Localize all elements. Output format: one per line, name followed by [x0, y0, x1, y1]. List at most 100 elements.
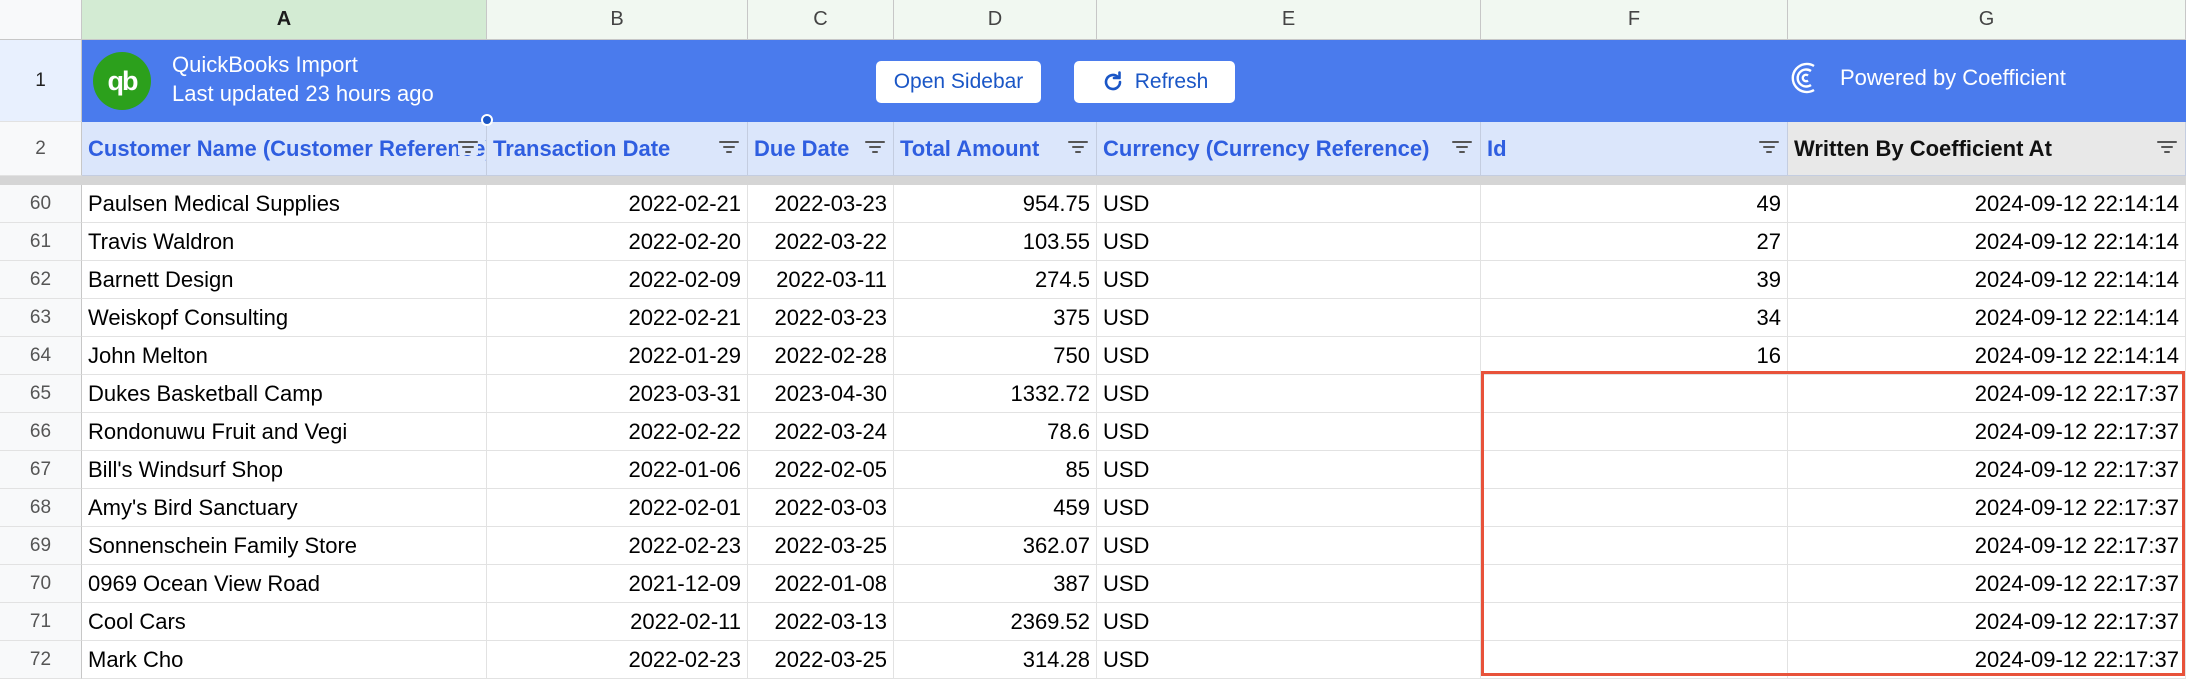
- cell-transaction-date[interactable]: 2022-01-29: [487, 337, 748, 375]
- cell-customer-name[interactable]: Weiskopf Consulting: [82, 299, 487, 337]
- header-customer-name[interactable]: Customer Name (Customer Reference): [82, 122, 487, 176]
- cell-id[interactable]: 34: [1481, 299, 1788, 337]
- cell-customer-name[interactable]: Travis Waldron: [82, 223, 487, 261]
- row-number[interactable]: 64: [0, 337, 82, 375]
- cell-transaction-date[interactable]: 2022-02-09: [487, 261, 748, 299]
- header-written-at[interactable]: Written By Coefficient At: [1788, 122, 2186, 176]
- cell-total-amount[interactable]: 459: [894, 489, 1097, 527]
- cell-id[interactable]: [1481, 375, 1788, 413]
- cell-customer-name[interactable]: Mark Cho: [82, 641, 487, 679]
- cell-due-date[interactable]: 2022-03-23: [748, 299, 894, 337]
- cell-currency[interactable]: USD: [1097, 223, 1481, 261]
- column-header-e[interactable]: E: [1097, 0, 1481, 40]
- filter-icon[interactable]: [1068, 139, 1088, 155]
- refresh-button[interactable]: Refresh: [1074, 61, 1235, 103]
- column-header-b[interactable]: B: [487, 0, 748, 40]
- cell-transaction-date[interactable]: 2022-02-22: [487, 413, 748, 451]
- cell-total-amount[interactable]: 954.75: [894, 185, 1097, 223]
- row-number[interactable]: 60: [0, 185, 82, 223]
- cell-customer-name[interactable]: Sonnenschein Family Store: [82, 527, 487, 565]
- row-number[interactable]: 72: [0, 641, 82, 679]
- cell-currency[interactable]: USD: [1097, 337, 1481, 375]
- cell-due-date[interactable]: 2022-02-05: [748, 451, 894, 489]
- filter-icon[interactable]: [865, 139, 885, 155]
- cell-transaction-date[interactable]: 2023-03-31: [487, 375, 748, 413]
- header-id[interactable]: Id: [1481, 122, 1788, 176]
- cell-id[interactable]: 27: [1481, 223, 1788, 261]
- cell-currency[interactable]: USD: [1097, 451, 1481, 489]
- cell-id[interactable]: [1481, 413, 1788, 451]
- cell-transaction-date[interactable]: 2022-02-23: [487, 527, 748, 565]
- cell-customer-name[interactable]: Bill's Windsurf Shop: [82, 451, 487, 489]
- open-sidebar-button[interactable]: Open Sidebar: [876, 61, 1041, 103]
- cell-currency[interactable]: USD: [1097, 413, 1481, 451]
- cell-written-at[interactable]: 2024-09-12 22:17:37: [1788, 375, 2186, 413]
- cell-currency[interactable]: USD: [1097, 261, 1481, 299]
- cell-written-at[interactable]: 2024-09-12 22:14:14: [1788, 223, 2186, 261]
- cell-due-date[interactable]: 2022-03-13: [748, 603, 894, 641]
- cell-written-at[interactable]: 2024-09-12 22:17:37: [1788, 603, 2186, 641]
- cell-written-at[interactable]: 2024-09-12 22:17:37: [1788, 413, 2186, 451]
- cell-id[interactable]: 16: [1481, 337, 1788, 375]
- cell-currency[interactable]: USD: [1097, 641, 1481, 679]
- cell-total-amount[interactable]: 2369.52: [894, 603, 1097, 641]
- column-header-g[interactable]: G: [1788, 0, 2186, 40]
- cell-customer-name[interactable]: Barnett Design: [82, 261, 487, 299]
- cell-written-at[interactable]: 2024-09-12 22:17:37: [1788, 565, 2186, 603]
- cell-total-amount[interactable]: 103.55: [894, 223, 1097, 261]
- cell-customer-name[interactable]: Dukes Basketball Camp: [82, 375, 487, 413]
- cell-total-amount[interactable]: 750: [894, 337, 1097, 375]
- header-transaction-date[interactable]: Transaction Date: [487, 122, 748, 176]
- select-all-corner[interactable]: [0, 0, 82, 40]
- cell-currency[interactable]: USD: [1097, 299, 1481, 337]
- cell-customer-name[interactable]: Rondonuwu Fruit and Vegi: [82, 413, 487, 451]
- row-number[interactable]: 71: [0, 603, 82, 641]
- header-due-date[interactable]: Due Date: [748, 122, 894, 176]
- cell-due-date[interactable]: 2022-03-11: [748, 261, 894, 299]
- cell-transaction-date[interactable]: 2022-02-21: [487, 299, 748, 337]
- cell-customer-name[interactable]: Paulsen Medical Supplies: [82, 185, 487, 223]
- cell-written-at[interactable]: 2024-09-12 22:14:14: [1788, 185, 2186, 223]
- cell-due-date[interactable]: 2022-03-23: [748, 185, 894, 223]
- filter-icon[interactable]: [719, 139, 739, 155]
- cell-total-amount[interactable]: 1332.72: [894, 375, 1097, 413]
- cell-transaction-date[interactable]: 2022-02-11: [487, 603, 748, 641]
- cell-id[interactable]: 49: [1481, 185, 1788, 223]
- cell-written-at[interactable]: 2024-09-12 22:17:37: [1788, 489, 2186, 527]
- cell-due-date[interactable]: 2023-04-30: [748, 375, 894, 413]
- filter-icon[interactable]: [1452, 139, 1472, 155]
- cell-total-amount[interactable]: 362.07: [894, 527, 1097, 565]
- row-number[interactable]: 63: [0, 299, 82, 337]
- row-number[interactable]: 66: [0, 413, 82, 451]
- cell-due-date[interactable]: 2022-02-28: [748, 337, 894, 375]
- cell-id[interactable]: [1481, 527, 1788, 565]
- filter-icon[interactable]: [2157, 139, 2177, 155]
- cell-due-date[interactable]: 2022-03-22: [748, 223, 894, 261]
- cell-currency[interactable]: USD: [1097, 603, 1481, 641]
- cell-transaction-date[interactable]: 2022-02-20: [487, 223, 748, 261]
- row-number[interactable]: 1: [0, 40, 82, 122]
- row-number[interactable]: 62: [0, 261, 82, 299]
- cell-written-at[interactable]: 2024-09-12 22:17:37: [1788, 451, 2186, 489]
- cell-due-date[interactable]: 2022-03-25: [748, 527, 894, 565]
- row-number[interactable]: 65: [0, 375, 82, 413]
- filter-icon[interactable]: [458, 139, 478, 155]
- frozen-rows-divider[interactable]: [0, 176, 2186, 185]
- row-number[interactable]: 67: [0, 451, 82, 489]
- cell-id[interactable]: [1481, 489, 1788, 527]
- row-number[interactable]: 70: [0, 565, 82, 603]
- filter-icon[interactable]: [1759, 139, 1779, 155]
- cell-total-amount[interactable]: 314.28: [894, 641, 1097, 679]
- cell-total-amount[interactable]: 375: [894, 299, 1097, 337]
- cell-written-at[interactable]: 2024-09-12 22:14:14: [1788, 261, 2186, 299]
- header-currency[interactable]: Currency (Currency Reference): [1097, 122, 1481, 176]
- cell-transaction-date[interactable]: 2021-12-09: [487, 565, 748, 603]
- row-number[interactable]: 68: [0, 489, 82, 527]
- header-total-amount[interactable]: Total Amount: [894, 122, 1097, 176]
- cell-id[interactable]: [1481, 451, 1788, 489]
- row-number[interactable]: 2: [0, 122, 82, 176]
- cell-written-at[interactable]: 2024-09-12 22:17:37: [1788, 641, 2186, 679]
- cell-id[interactable]: [1481, 565, 1788, 603]
- cell-total-amount[interactable]: 85: [894, 451, 1097, 489]
- cell-due-date[interactable]: 2022-03-03: [748, 489, 894, 527]
